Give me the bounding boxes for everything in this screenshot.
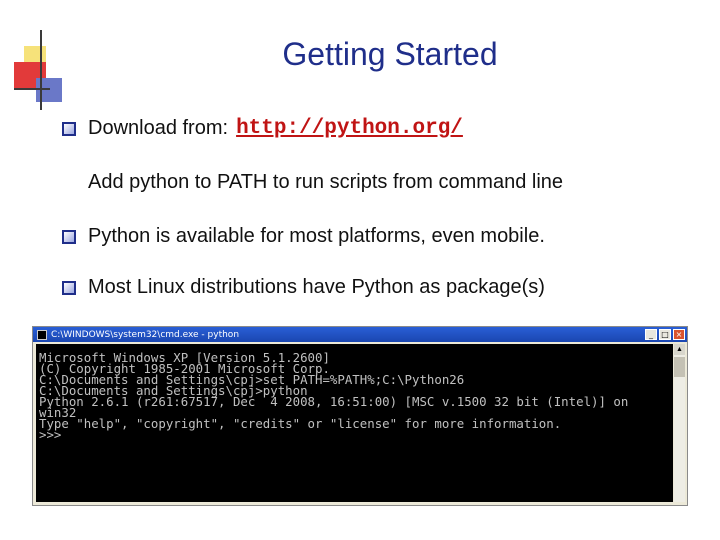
console-line: Python 2.6.1 (r261:67517, Dec 4 2008, 16… (39, 394, 629, 409)
slide-title: Getting Started (282, 36, 498, 72)
bullet-platforms: Python is available for most platforms, … (62, 225, 545, 248)
close-icon[interactable]: × (673, 329, 685, 340)
cmd-window-title: C:\WINDOWS\system32\cmd.exe - python (51, 329, 240, 340)
bullet-text: Python is available for most platforms, … (88, 225, 545, 247)
cmd-output[interactable]: Microsoft Windows XP [Version 5.1.2600] … (36, 344, 673, 502)
cmd-window: C:\WINDOWS\system32\cmd.exe - python _ □… (32, 326, 688, 506)
python-org-link[interactable]: http://python.org/ (236, 117, 463, 140)
cmd-scrollbar[interactable]: ▲ (674, 344, 685, 502)
bullet-text: Most Linux distributions have Python as … (88, 276, 545, 298)
path-instruction: Add python to PATH to run scripts from c… (88, 171, 564, 193)
bullet-linux: Most Linux distributions have Python as … (62, 276, 545, 299)
scroll-up-icon[interactable]: ▲ (674, 344, 685, 355)
cmd-icon (37, 329, 47, 340)
decorative-horizontal-line (14, 88, 50, 90)
bullet-download: Download from: http://python.org/ (62, 117, 463, 140)
cmd-titlebar[interactable]: C:\WINDOWS\system32\cmd.exe - python _ □… (33, 327, 687, 342)
bullet-text: Download from: (88, 117, 229, 139)
checkbox-bullet-icon (62, 229, 76, 244)
scroll-thumb[interactable] (674, 357, 685, 377)
maximize-icon[interactable]: □ (659, 329, 671, 340)
console-line: Type "help", "copyright", "credits" or "… (39, 416, 562, 431)
minimize-icon[interactable]: _ (645, 329, 657, 340)
checkbox-bullet-icon (62, 280, 76, 295)
checkbox-bullet-icon (62, 121, 76, 136)
